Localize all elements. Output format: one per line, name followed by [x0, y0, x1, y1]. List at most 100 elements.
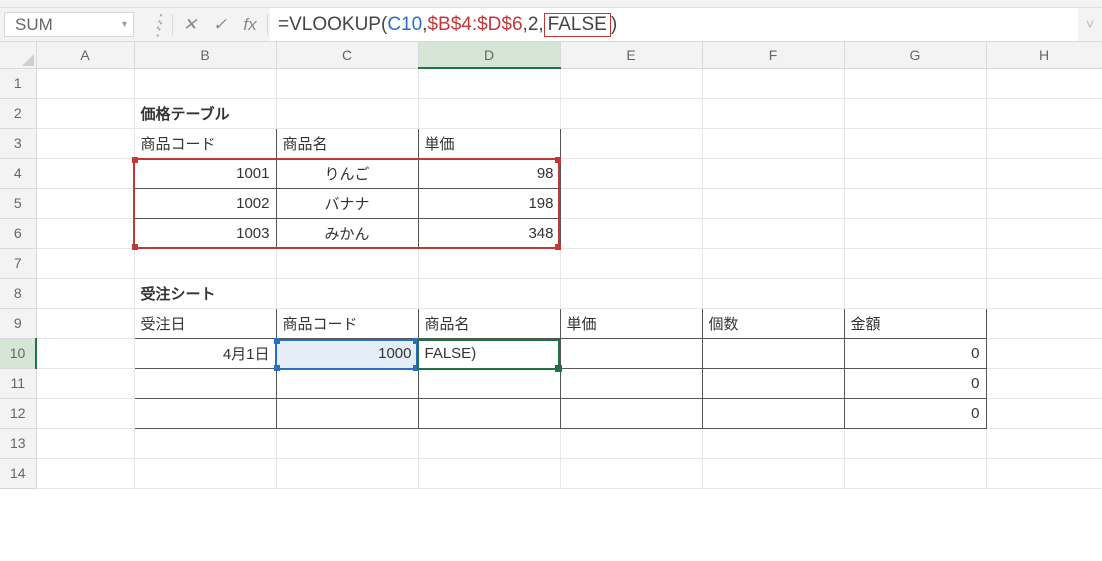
row-header[interactable]: 9 [0, 308, 36, 338]
col-header[interactable]: C [276, 42, 418, 68]
cell[interactable] [986, 458, 1102, 488]
cell[interactable] [986, 428, 1102, 458]
cell[interactable] [560, 458, 702, 488]
cell[interactable] [702, 68, 844, 98]
cell[interactable] [986, 68, 1102, 98]
cell[interactable]: 個数 [702, 308, 844, 338]
row-header[interactable]: 5 [0, 188, 36, 218]
cell[interactable] [36, 218, 134, 248]
name-box[interactable]: SUM ▾ [4, 12, 134, 37]
cell[interactable] [702, 128, 844, 158]
cell[interactable] [844, 458, 986, 488]
cell[interactable] [276, 248, 418, 278]
cell[interactable] [560, 338, 702, 368]
cell[interactable]: 受注日 [134, 308, 276, 338]
cell[interactable]: 4月1日 [134, 338, 276, 368]
cell[interactable] [36, 368, 134, 398]
row-header[interactable]: 8 [0, 278, 36, 308]
cell[interactable] [560, 428, 702, 458]
cell[interactable] [702, 248, 844, 278]
cell[interactable] [276, 398, 418, 428]
row-header[interactable]: 13 [0, 428, 36, 458]
cell[interactable] [844, 68, 986, 98]
col-header[interactable]: E [560, 42, 702, 68]
cell[interactable] [560, 248, 702, 278]
cell[interactable] [36, 278, 134, 308]
cell[interactable] [986, 218, 1102, 248]
cell[interactable] [134, 68, 276, 98]
cell[interactable] [418, 368, 560, 398]
cell[interactable] [702, 428, 844, 458]
cell[interactable]: 1003 [134, 218, 276, 248]
col-header[interactable]: D [418, 42, 560, 68]
cell-price-table-title[interactable]: 価格テーブル [134, 98, 276, 128]
cell[interactable] [418, 458, 560, 488]
cell-active[interactable]: FALSE) [418, 338, 560, 368]
cell[interactable] [418, 248, 560, 278]
col-header[interactable]: F [702, 42, 844, 68]
cell[interactable] [36, 458, 134, 488]
cell[interactable]: 1002 [134, 188, 276, 218]
cell[interactable] [702, 188, 844, 218]
cell[interactable] [36, 98, 134, 128]
row-header[interactable]: 2 [0, 98, 36, 128]
cell[interactable] [134, 428, 276, 458]
cell[interactable] [560, 158, 702, 188]
cell[interactable]: 98 [418, 158, 560, 188]
expand-formula-bar-button[interactable]: ˅ [1078, 8, 1102, 41]
cell[interactable] [986, 128, 1102, 158]
cell[interactable] [36, 398, 134, 428]
cell[interactable] [560, 128, 702, 158]
row-header[interactable]: 6 [0, 218, 36, 248]
cell[interactable] [844, 98, 986, 128]
cell[interactable] [986, 368, 1102, 398]
cell[interactable] [36, 128, 134, 158]
cell[interactable] [276, 458, 418, 488]
cell[interactable]: りんご [276, 158, 418, 188]
cell-order-sheet-title[interactable]: 受注シート [134, 278, 276, 308]
cell[interactable] [560, 98, 702, 128]
cell[interactable] [134, 368, 276, 398]
cell[interactable] [418, 398, 560, 428]
cell[interactable] [36, 158, 134, 188]
cell[interactable] [418, 68, 560, 98]
cell[interactable] [986, 98, 1102, 128]
row-header[interactable]: 3 [0, 128, 36, 158]
cell[interactable]: 198 [418, 188, 560, 218]
cell[interactable] [134, 248, 276, 278]
row-header[interactable]: 11 [0, 368, 36, 398]
cell[interactable] [36, 338, 134, 368]
col-header[interactable]: H [986, 42, 1102, 68]
cell[interactable] [560, 368, 702, 398]
cell[interactable] [276, 428, 418, 458]
cell[interactable]: 金額 [844, 308, 986, 338]
cell[interactable] [702, 98, 844, 128]
cell[interactable] [276, 278, 418, 308]
cell[interactable] [986, 398, 1102, 428]
cell[interactable]: 0 [844, 398, 986, 428]
cell[interactable] [276, 98, 418, 128]
cell[interactable] [702, 338, 844, 368]
cell[interactable] [986, 338, 1102, 368]
cell[interactable] [986, 278, 1102, 308]
cell[interactable] [844, 128, 986, 158]
cell[interactable]: 商品コード [276, 308, 418, 338]
row-header[interactable]: 10 [0, 338, 36, 368]
spreadsheet-grid[interactable]: A B C D E F G H 1 2 価格テーブル 3 商品コード 商品名 単… [0, 42, 1102, 489]
cell[interactable]: 1001 [134, 158, 276, 188]
cell[interactable] [418, 428, 560, 458]
col-header[interactable]: A [36, 42, 134, 68]
cell[interactable] [702, 398, 844, 428]
cell[interactable]: 商品名 [276, 128, 418, 158]
cell[interactable] [276, 68, 418, 98]
select-all-triangle[interactable] [0, 42, 36, 68]
row-header[interactable]: 12 [0, 398, 36, 428]
cell[interactable] [36, 248, 134, 278]
cell[interactable] [986, 248, 1102, 278]
cell[interactable] [36, 188, 134, 218]
cell[interactable] [418, 98, 560, 128]
cell[interactable]: みかん [276, 218, 418, 248]
cell[interactable] [560, 398, 702, 428]
cell[interactable] [702, 368, 844, 398]
enter-formula-button[interactable]: ✓ [205, 8, 235, 41]
